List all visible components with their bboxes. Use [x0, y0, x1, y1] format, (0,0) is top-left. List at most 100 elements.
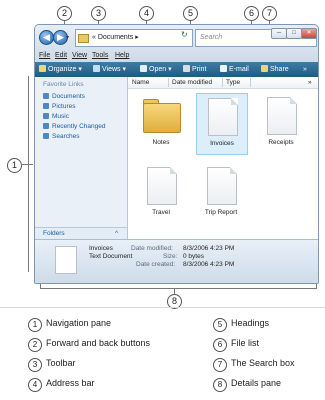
views-button[interactable]: Views ▾ [93, 62, 126, 77]
column-headings: Name Date modified Type » [128, 77, 318, 89]
menu-edit[interactable]: Edit [55, 49, 67, 62]
document-icon [147, 167, 177, 205]
file-item-notes[interactable]: Notes [136, 93, 186, 153]
file-item-trip-report[interactable]: Trip Report [196, 163, 246, 223]
callout-3: 3 [91, 6, 106, 21]
callout-7: 7 [262, 6, 277, 21]
pictures-icon [43, 103, 49, 109]
heading-date-modified[interactable]: Date modified [172, 77, 212, 88]
callout-1: 1 [7, 158, 22, 173]
legend-item-3: 3 Toolbar [28, 358, 76, 372]
explorer-window: ◀ ▶ ▾ « Documents ▸ ▾ ↻ Search ─ □ ✕ Fil… [34, 24, 319, 284]
minimize-button[interactable]: ─ [271, 28, 287, 39]
file-item-travel[interactable]: Travel [136, 163, 186, 223]
organize-button[interactable]: Organize ▾ [39, 62, 82, 77]
nav-item-music[interactable]: Music [43, 113, 69, 120]
file-item-receipts[interactable]: Receipts [256, 93, 306, 153]
share-button[interactable]: Share [261, 62, 289, 77]
document-icon [208, 98, 238, 136]
legend-number: 4 [28, 378, 42, 392]
menu-help[interactable]: Help [115, 49, 129, 62]
heading-divider [250, 78, 251, 87]
nav-label: Recently Changed [52, 123, 106, 130]
document-icon [267, 97, 297, 135]
nav-label: Pictures [52, 103, 76, 110]
legend-label: Navigation pane [46, 318, 112, 328]
toolbar-more-icon[interactable]: » [303, 62, 307, 77]
nav-item-recently-changed[interactable]: Recently Changed [43, 123, 105, 130]
legend-number: 1 [28, 318, 42, 332]
legend-item-8: 8 Details pane [213, 378, 281, 392]
headings-more-icon[interactable]: » [308, 77, 312, 88]
email-button[interactable]: E-mail [220, 62, 249, 77]
open-button[interactable]: Open ▾ [140, 62, 172, 77]
close-button[interactable]: ✕ [301, 28, 317, 39]
nav-item-searches[interactable]: Searches [43, 133, 79, 140]
heading-type[interactable]: Type [226, 77, 240, 88]
address-location[interactable]: Documents [98, 34, 133, 41]
nav-label: Documents [52, 93, 85, 100]
legend-number: 7 [213, 358, 227, 372]
callout-5: 5 [183, 6, 198, 21]
file-item-invoices[interactable]: Invoices [196, 93, 248, 155]
legend-label: Address bar [46, 378, 95, 388]
legend-label: The Search box [231, 358, 295, 368]
file-list: Name Date modified Type » Notes Invoices… [128, 77, 318, 239]
document-icon [55, 246, 77, 274]
details-size-value: 0 bytes [183, 253, 204, 260]
legend-number: 5 [213, 318, 227, 332]
file-name: Invoices [210, 140, 234, 147]
legend-item-5: 5 Headings [213, 318, 269, 332]
legend-label: Toolbar [46, 358, 76, 368]
menu-file[interactable]: File [39, 49, 50, 62]
email-icon [220, 65, 227, 72]
menu-tools[interactable]: Tools [92, 49, 108, 62]
legend-number: 3 [28, 358, 42, 372]
refresh-icon[interactable]: ↻ [181, 30, 188, 39]
print-button[interactable]: Print [183, 62, 206, 77]
open-label: Open ▾ [149, 66, 172, 73]
folder-icon [78, 34, 89, 43]
leader-1 [21, 164, 33, 165]
address-path[interactable]: « Documents ▸ [92, 30, 139, 46]
file-name: Notes [152, 139, 170, 146]
nav-label: Music [52, 113, 69, 120]
heading-divider [168, 78, 169, 87]
legend-number: 8 [213, 378, 227, 392]
legend-number: 2 [28, 338, 42, 352]
address-prefix: « [92, 34, 96, 41]
details-file-type: Text Document [89, 253, 133, 260]
legend-item-1: 1 Navigation pane [28, 318, 111, 332]
heading-divider [222, 78, 223, 87]
leader-8 [174, 288, 175, 294]
legend-item-2: 2 Forward and back buttons [28, 338, 150, 352]
heading-name[interactable]: Name [132, 77, 149, 88]
nav-label: Searches [52, 133, 80, 140]
details-modified-label: Date modified: [131, 245, 173, 252]
folder-icon [143, 103, 181, 133]
print-label: Print [192, 66, 207, 73]
bracket-8-right [316, 284, 317, 289]
details-created-label: Date created: [136, 261, 176, 268]
maximize-button[interactable]: □ [286, 28, 302, 39]
menu-view[interactable]: View [72, 49, 87, 62]
file-name: Travel [152, 209, 170, 216]
legend-item-4: 4 Address bar [28, 378, 95, 392]
bracket-1 [28, 76, 29, 272]
address-bar[interactable]: « Documents ▸ ▾ [75, 29, 216, 47]
address-separator-icon[interactable]: ▸ [135, 34, 139, 41]
details-created-value: 8/3/2006 4:23 PM [183, 261, 235, 268]
documents-icon [43, 93, 49, 99]
legend-item-7: 7 The Search box [213, 358, 295, 372]
search-placeholder: Search [200, 34, 223, 41]
open-icon [140, 65, 147, 72]
nav-item-documents[interactable]: Documents [43, 93, 85, 100]
nav-item-pictures[interactable]: Pictures [43, 103, 75, 110]
back-button[interactable]: ◀ [39, 30, 54, 45]
views-icon [93, 65, 100, 72]
history-dropdown-icon[interactable]: ▾ [66, 34, 69, 41]
music-icon [43, 113, 49, 119]
file-name: Receipts [268, 139, 294, 146]
bracket-8 [40, 288, 317, 289]
legend-label: File list [231, 338, 260, 348]
